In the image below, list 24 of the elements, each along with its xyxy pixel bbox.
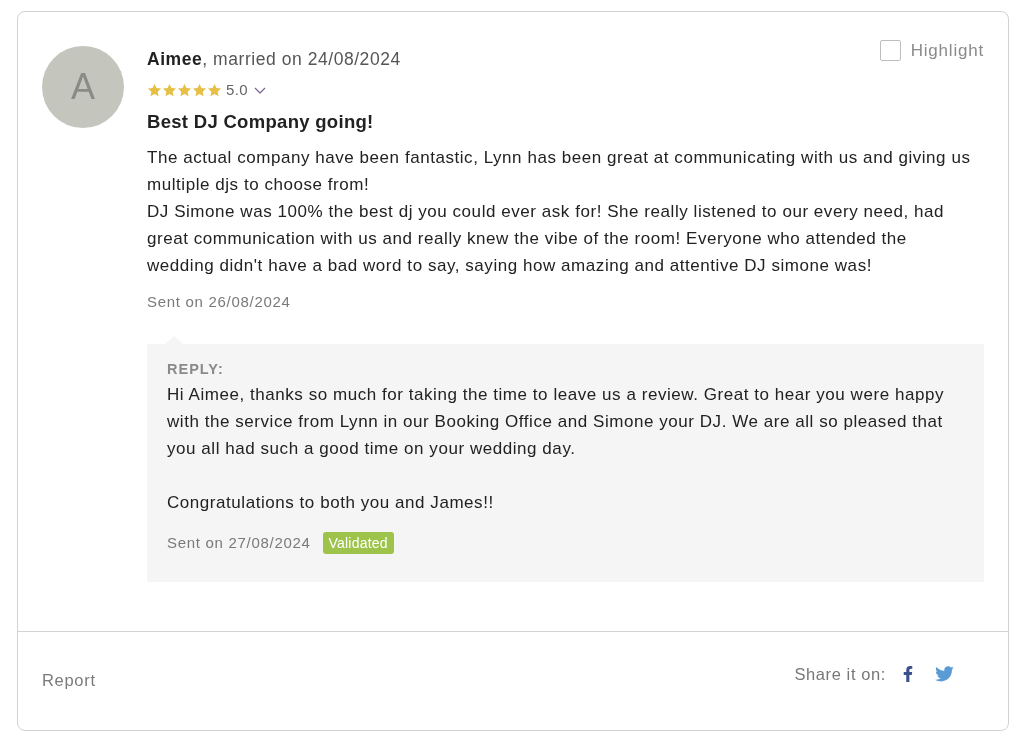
star-icon	[192, 82, 207, 98]
star-icon	[147, 82, 162, 98]
review-text: The actual company have been fantastic, Lynn has been great at communicating with us and giving us multiple djs to choose from!	[147, 147, 972, 196]
report-link[interactable]: Report	[42, 670, 96, 690]
review-title: Best DJ Company going!	[147, 110, 375, 134]
status-badge: Validated	[322, 532, 394, 554]
facebook-icon[interactable]	[903, 665, 913, 683]
reviewer-line: Aimee, married on 24/08/2024	[147, 48, 401, 71]
review-text: DJ Simone was 100% the best dj you could ever ask for! She really listened to our every need, had great communication with us and really knew the vibe of the room! Everyone who attended the wedding didn't have a bad word to say, saying how amazing and attentive DJ simone was!	[147, 201, 946, 277]
star-icon	[207, 82, 222, 98]
share-label: Share it on:	[794, 664, 886, 684]
chevron-down-icon[interactable]	[254, 86, 267, 94]
reply-heading: REPLY:	[167, 360, 225, 379]
rating-value: 5.0	[226, 81, 249, 99]
star-icon	[162, 82, 177, 98]
sent-date: Sent on 26/08/2024	[147, 292, 292, 312]
reply-date: Sent on 27/08/2024	[167, 533, 311, 553]
twitter-bird-icon[interactable]	[935, 666, 954, 682]
highlight-checkbox[interactable]	[879, 40, 901, 61]
highlight-label[interactable]: Highlight	[910, 40, 984, 61]
avatar: A	[42, 46, 124, 128]
star-icon	[177, 82, 192, 98]
reply-text: Congratulations to both you and James!!	[167, 492, 495, 514]
reply-text: Hi Aimee, thanks so much for taking the time to leave us a review. Great to hear you were happy with the service from Lynn in our Booking Office and Simone your DJ. We are all so pleased that you all had such a good time on your wedding day.	[167, 384, 945, 460]
